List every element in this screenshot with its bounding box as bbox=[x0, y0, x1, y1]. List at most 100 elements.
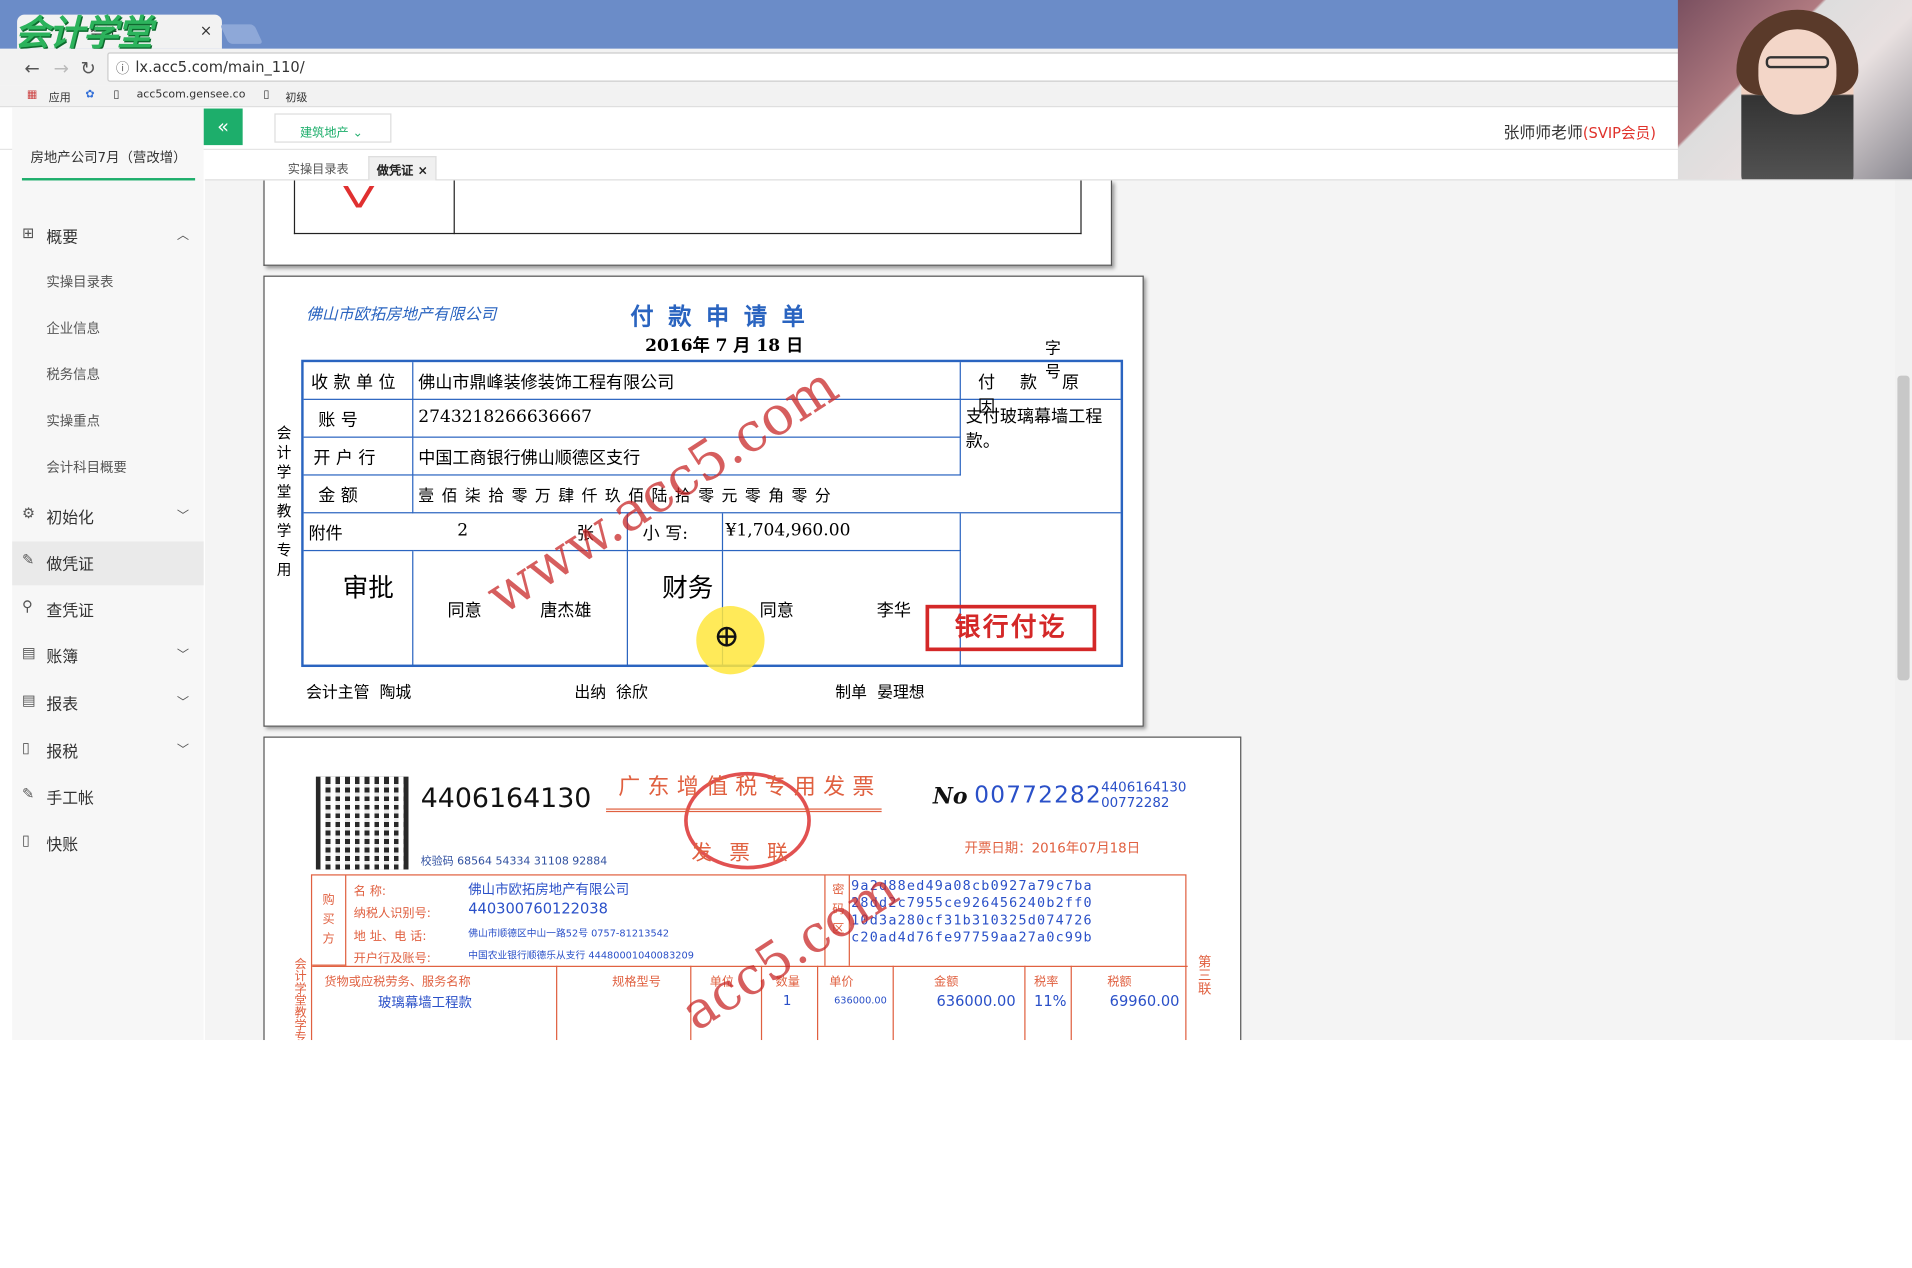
zoom-cursor[interactable]: ⊕ bbox=[696, 606, 765, 675]
buyer-bank: 中国农业银行顺德乐从支行 44480001040083209 bbox=[468, 949, 694, 961]
bookmark-basic[interactable]: 初级 bbox=[285, 89, 307, 105]
buyer-address: 佛山市顺德区中山一路52号 0757-81213542 bbox=[468, 927, 670, 939]
chevron-down-icon: ⌄ bbox=[352, 126, 363, 141]
small-number: 00772282 bbox=[1101, 795, 1170, 811]
bank-value: 中国工商银行佛山顺德区支行 bbox=[413, 437, 961, 476]
sidebar-item-quick[interactable]: ▯ 快账 bbox=[12, 832, 203, 855]
apps-icon: ▦ bbox=[26, 89, 38, 102]
sidebar-item-query-voucher[interactable]: ⚲ 查凭证 bbox=[12, 598, 203, 621]
search-icon: ⚲ bbox=[21, 597, 33, 615]
chevron-up-icon: ︿ bbox=[176, 229, 190, 243]
app-header: « 建筑地产 ⌄ 张师师老师(SVIP会员) bbox=[0, 107, 1912, 150]
invoice-small-codes: 4406164130 00772282 bbox=[1101, 779, 1186, 811]
maker: 制单 晏理想 bbox=[835, 679, 924, 702]
small-amount-value: ¥1,704,960.00 bbox=[723, 513, 961, 552]
forward-icon[interactable]: → bbox=[54, 57, 69, 79]
url-input[interactable]: ⓘ lx.acc5.com/main_110/ bbox=[107, 52, 1681, 82]
user-name: 张师师老师 bbox=[1503, 124, 1583, 143]
divider bbox=[824, 875, 826, 966]
paw-icon: ✿ bbox=[85, 89, 95, 102]
divider bbox=[760, 965, 763, 1041]
date-value: 2016年07月18日 bbox=[1031, 840, 1141, 857]
divider bbox=[690, 965, 692, 1041]
presenter-face bbox=[1758, 29, 1837, 115]
close-icon[interactable]: × bbox=[200, 22, 212, 39]
menu-label: 快账 bbox=[46, 836, 79, 855]
industry-dropdown[interactable]: 建筑地产 ⌄ bbox=[274, 113, 392, 143]
attachment-unit: 张 bbox=[576, 524, 594, 544]
attachment-number: 2 bbox=[457, 520, 469, 541]
sidebar-item-manual[interactable]: ✎ 手工帐 bbox=[12, 785, 203, 808]
chevron-down-icon: ﹀ bbox=[176, 696, 190, 710]
gear-icon: ⚙ bbox=[21, 504, 36, 522]
invoice-side-text: 会计学堂教学专用 bbox=[291, 957, 305, 1041]
account-label: 账 号 bbox=[303, 399, 414, 438]
col-spec: 规格型号 bbox=[612, 975, 661, 989]
approve-opinion: 同意 bbox=[447, 601, 482, 621]
amount-words: 壹 佰 柒 拾 零 万 肆 仟 玖 佰 陆 拾 零 元 零 角 零 分 bbox=[413, 476, 1121, 514]
back-icon[interactable]: ← bbox=[24, 57, 39, 79]
sidebar-item-overview[interactable]: ⊞ 概要 ︿ bbox=[12, 224, 203, 247]
vertical-scrollbar[interactable] bbox=[1894, 180, 1912, 1041]
new-tab-button[interactable] bbox=[219, 24, 264, 44]
bookmark-apps[interactable]: 应用 bbox=[49, 89, 71, 105]
supervisor-label: 会计主管 bbox=[306, 684, 370, 703]
approve-person: 唐杰雄 bbox=[540, 601, 592, 621]
sidebar-sub-keypoints[interactable]: 实操重点 bbox=[46, 411, 100, 431]
no-label: No bbox=[932, 784, 968, 810]
tab-voucher-label: 做凭证 bbox=[376, 164, 414, 179]
collapse-sidebar-button[interactable]: « bbox=[203, 108, 243, 146]
account-value: 2743218266636667 bbox=[413, 399, 961, 438]
cashier-name: 徐欣 bbox=[616, 684, 648, 703]
sidebar-sub-catalog[interactable]: 实操目录表 bbox=[46, 272, 113, 292]
issue-date: 开票日期：2016年07月18日 bbox=[965, 838, 1141, 858]
scrollbar-thumb[interactable] bbox=[1897, 375, 1910, 681]
sidebar-item-init[interactable]: ⚙ 初始化 ﹀ bbox=[12, 505, 203, 528]
vip-badge: (SVIP会员) bbox=[1582, 124, 1656, 142]
address-label: 地 址、电 话: bbox=[353, 930, 427, 944]
col-price: 单价 bbox=[829, 975, 854, 989]
sidebar-item-tax-filing[interactable]: ▯ 报税 ﹀ bbox=[12, 739, 203, 762]
tab-catalog[interactable]: 实操目录表 bbox=[280, 156, 356, 179]
attachment-count: 2张 bbox=[413, 513, 628, 552]
file-icon: ▯ bbox=[21, 831, 31, 849]
page-icon: ▯ bbox=[113, 89, 120, 102]
zoom-in-icon: ⊕ bbox=[713, 618, 740, 655]
sidebar-sub-company[interactable]: 企业信息 bbox=[46, 318, 100, 338]
invoice-code: 4406164130 bbox=[420, 784, 592, 815]
book-icon: ▤ bbox=[21, 643, 36, 661]
payment-request-form: 佛山市欧拓房地产有限公司 付款申请单 2016年 7 月 18 日 字 号 会计… bbox=[263, 275, 1144, 727]
col-amount: 金额 bbox=[934, 975, 959, 989]
presenter-glasses bbox=[1765, 56, 1830, 69]
check-code: 校验码 68564 54334 31108 92884 bbox=[420, 856, 608, 869]
chevron-down-icon: ﹀ bbox=[176, 743, 190, 758]
sidebar-item-make-voucher[interactable]: ✎ 做凭证 bbox=[12, 541, 204, 586]
grid-icon: ⊞ bbox=[21, 224, 35, 242]
divider bbox=[312, 965, 1188, 967]
small-code: 4406164130 bbox=[1101, 779, 1187, 796]
user-info[interactable]: 张师师老师(SVIP会员) bbox=[1503, 120, 1656, 143]
amount-label: 金 额 bbox=[303, 475, 414, 514]
cipher-line: 28dd2c7955ce926456240b2ff0 bbox=[851, 895, 1093, 911]
sidebar-item-reports[interactable]: ▤ 报表 ﹀ bbox=[12, 691, 203, 714]
tab-voucher[interactable]: 做凭证 × bbox=[368, 156, 437, 181]
document-table: V bbox=[293, 180, 1082, 235]
cipher-line: 10d3a280cf31b310325d074726 bbox=[851, 912, 1093, 928]
bookmark-gensee[interactable]: acc5com.gensee.co bbox=[137, 89, 246, 101]
divider bbox=[1024, 965, 1026, 1041]
sidebar-sub-accounts[interactable]: 会计科目概要 bbox=[46, 457, 126, 477]
bank-paid-stamp: 银行付讫 bbox=[925, 604, 1097, 652]
item-unit-price: 636000.00 bbox=[834, 995, 887, 1007]
cipher-block: 9a2d88ed49a08cb0927a79c7ba 28dd2c7955ce9… bbox=[851, 878, 1093, 946]
name-label: 名 称: bbox=[353, 885, 387, 899]
file-icon: ▯ bbox=[21, 738, 31, 757]
close-icon[interactable]: × bbox=[418, 165, 428, 178]
sidebar-sub-tax[interactable]: 税务信息 bbox=[46, 365, 100, 385]
divider bbox=[556, 965, 558, 1041]
col-qty: 数量 bbox=[775, 975, 800, 989]
sidebar-item-ledger[interactable]: ▤ 账簿 ﹀ bbox=[12, 644, 203, 667]
divider bbox=[848, 875, 850, 966]
bookmarks-bar: ▦ 应用 ✿ ▯ acc5com.gensee.co ▯ 初级 bbox=[0, 85, 1912, 108]
reload-icon[interactable]: ↻ bbox=[80, 57, 95, 79]
finance-opinion: 同意 bbox=[759, 601, 794, 621]
